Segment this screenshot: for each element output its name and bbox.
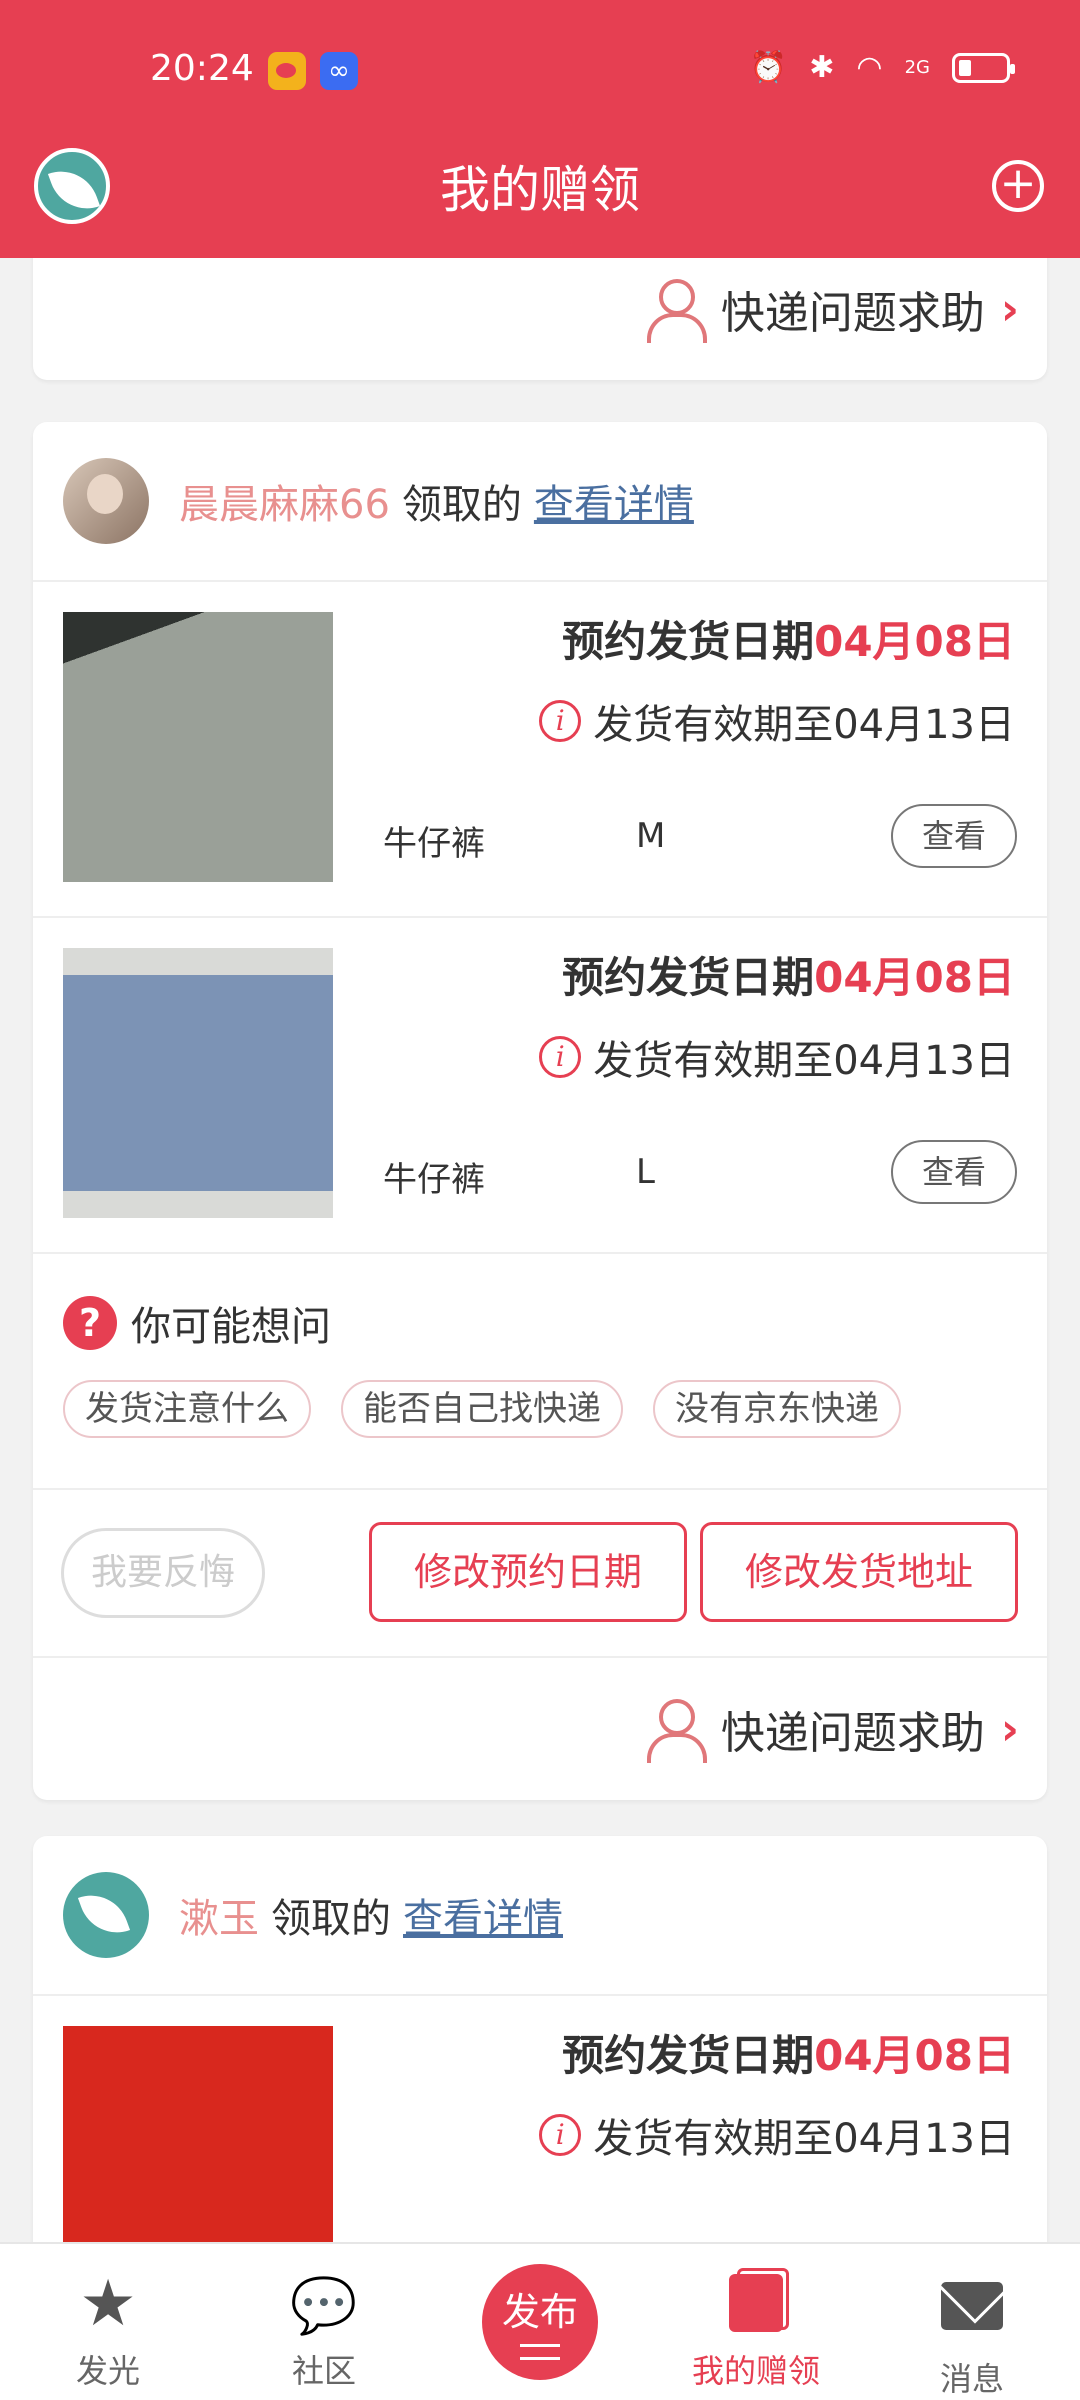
action-row: 我要反悔 修改预约日期 修改发货地址 — [33, 1490, 1047, 1658]
status-bar: 20:24 ∞ ⏰ ✱ ◠ 2G — [0, 0, 1080, 140]
regret-button[interactable]: 我要反悔 — [61, 1528, 265, 1618]
ship-valid-until: i 发货有效期至04月13日 — [539, 692, 1015, 750]
bottom-nav: ★ 发光 💬 社区 发布 我的赠领 消息 — [0, 2242, 1080, 2400]
ship-date: 预约发货日期04月08日 — [562, 2031, 1015, 2080]
list-item: 预约发货日期04月08日 i 发货有效期至04月13日 牛仔裤 L 查看 — [33, 918, 1047, 1254]
info-icon: i — [539, 2114, 582, 2156]
claim-label: 领取的 — [401, 482, 522, 528]
change-date-button[interactable]: 修改预约日期 — [369, 1522, 687, 1622]
nav-community[interactable]: 💬 社区 — [244, 2274, 404, 2392]
weibo-icon — [268, 52, 306, 90]
status-icons: ⏰ ✱ ◠ 2G — [749, 50, 1015, 85]
claim-label: 领取的 — [271, 1896, 391, 1942]
faq-chip[interactable]: 发货注意什么 — [63, 1380, 311, 1438]
add-circle-icon[interactable]: + — [992, 160, 1044, 212]
claim-header: 晨晨麻麻66 领取的 查看详情 — [33, 422, 1047, 582]
faq-chip[interactable]: 能否自己找快递 — [341, 1380, 623, 1438]
item-size: L — [636, 1152, 655, 1192]
status-time: 20:24 — [150, 48, 254, 89]
view-detail-link[interactable]: 查看详情 — [534, 472, 694, 530]
person-icon — [646, 1699, 707, 1763]
publish-button[interactable]: 发布 — [482, 2264, 598, 2380]
nav-glow[interactable]: ★ 发光 — [28, 2267, 188, 2392]
bluetooth-icon: ✱ — [809, 50, 835, 85]
signal-icon: 2G — [904, 57, 930, 78]
change-address-button[interactable]: 修改发货地址 — [700, 1522, 1018, 1622]
previous-card: 快递问题求助 › — [33, 258, 1047, 380]
faq-section: ? 你可能想问 发货注意什么 能否自己找快递 没有京东快递 — [33, 1254, 1047, 1490]
list-item: 预约发货日期04月08日 i 发货有效期至04月13日 牛仔裤 M 查看 — [33, 582, 1047, 918]
ship-valid-until: i 发货有效期至04月13日 — [539, 1028, 1015, 1086]
claim-header: 漱玉 领取的 查看详情 — [33, 1836, 1047, 1996]
question-icon: ? — [63, 1296, 117, 1350]
faq-chip[interactable]: 没有京东快递 — [653, 1380, 901, 1438]
item-thumbnail[interactable] — [63, 612, 333, 882]
star-icon: ★ — [79, 2267, 137, 2341]
info-icon: i — [539, 1036, 582, 1078]
ship-date: 预约发货日期04月08日 — [562, 617, 1015, 666]
top-bar: 20:24 ∞ ⏰ ✱ ◠ 2G 我的赠领 + — [0, 0, 1080, 258]
ship-valid-until: i 发货有效期至04月13日 — [539, 2106, 1015, 2164]
person-icon — [646, 279, 707, 343]
wifi-icon: ◠ — [856, 50, 883, 85]
battery-icon — [952, 52, 1015, 83]
express-help-row[interactable]: 快递问题求助 › — [33, 1658, 1047, 1800]
book-icon — [729, 2268, 789, 2332]
main-content[interactable]: 快递问题求助 › 晨晨麻麻66 领取的 查看详情 预约发货日期04月08日 i发… — [0, 258, 1080, 2242]
page-title: 我的赠领 — [440, 161, 640, 219]
chat-bubble-icon: 💬 — [290, 2274, 358, 2337]
claim-card: 漱玉 领取的 查看详情 预约发货日期04月08日 i 发货有效期至04月13日 — [33, 1836, 1047, 2242]
username[interactable]: 漱玉 — [179, 1886, 259, 1944]
view-detail-link[interactable]: 查看详情 — [403, 1886, 563, 1944]
infinity-app-icon: ∞ — [320, 52, 358, 90]
item-name: 牛仔裤 — [383, 1160, 485, 1200]
mail-icon — [941, 2282, 1003, 2330]
nav-my-gifts[interactable]: 我的赠领 — [676, 2268, 836, 2392]
express-help-label: 快递问题求助 — [720, 1708, 985, 1759]
item-size: M — [636, 816, 666, 856]
view-button[interactable]: 查看 — [891, 1140, 1017, 1204]
faq-chips: 发货注意什么 能否自己找快递 没有京东快递 — [63, 1380, 1047, 1438]
avatar[interactable] — [63, 458, 149, 544]
claim-card: 晨晨麻麻66 领取的 查看详情 预约发货日期04月08日 i 发货有效期至04月1… — [33, 422, 1047, 1800]
view-button[interactable]: 查看 — [891, 804, 1017, 868]
express-help-label: 快递问题求助 — [720, 288, 985, 339]
list-item: 预约发货日期04月08日 i 发货有效期至04月13日 — [33, 1996, 1047, 2242]
username[interactable]: 晨晨麻麻66 — [179, 472, 390, 530]
item-thumbnail[interactable] — [63, 2026, 333, 2242]
chevron-right-icon: › — [1000, 1703, 1019, 1755]
item-thumbnail[interactable] — [63, 948, 333, 1218]
alarm-icon: ⏰ — [749, 50, 788, 85]
chevron-right-icon: › — [1000, 283, 1019, 335]
avatar[interactable] — [63, 1872, 149, 1958]
ship-date: 预约发货日期04月08日 — [562, 953, 1015, 1002]
faq-title: ? 你可能想问 — [63, 1294, 1047, 1352]
info-icon: i — [539, 700, 582, 742]
item-name: 牛仔裤 — [383, 824, 485, 864]
express-help-row[interactable]: 快递问题求助 › — [33, 258, 1047, 380]
nav-messages[interactable]: 消息 — [892, 2274, 1052, 2400]
